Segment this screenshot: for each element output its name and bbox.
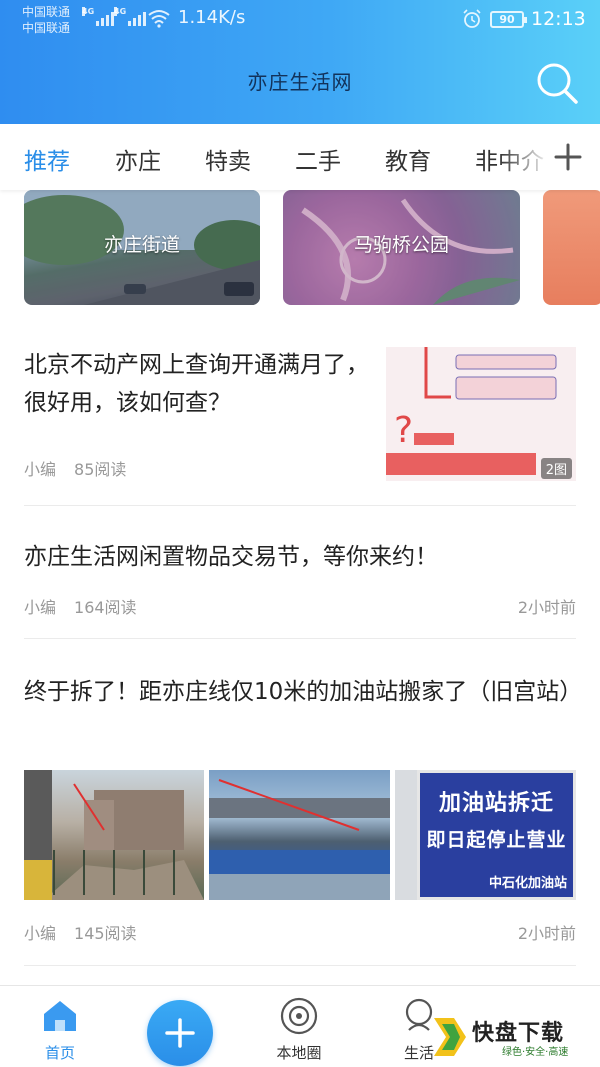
nav-home[interactable]: 首页 bbox=[5, 986, 115, 1067]
carrier-names: 中国联通 中国联通 bbox=[22, 4, 70, 36]
article-author: 小编 bbox=[24, 460, 57, 479]
publish-button[interactable] bbox=[147, 1000, 213, 1066]
wifi-icon bbox=[148, 10, 170, 28]
feed: 亦庄街道 马驹桥公园 北京不动产网上查询开通满月了，很好用，该如何查？ 小编 85… bbox=[0, 190, 600, 985]
article-image-demolition[interactable] bbox=[24, 770, 204, 900]
divider bbox=[24, 965, 576, 966]
demolition-photo bbox=[24, 770, 204, 900]
article-reads: 145阅读 bbox=[74, 924, 137, 943]
download-site-watermark: 快盘下载 绿色·安全·高速 bbox=[430, 1010, 600, 1067]
carrier-2: 中国联通 bbox=[22, 21, 71, 35]
article-author: 小编 bbox=[24, 924, 57, 943]
search-icon[interactable] bbox=[534, 60, 580, 106]
article-time: 2小时前 bbox=[517, 924, 576, 943]
article-meta: 小编 145阅读 bbox=[24, 920, 137, 944]
nav-label: 本地圈 bbox=[276, 1044, 322, 1062]
network-type-2: 4G bbox=[114, 7, 127, 16]
tab-fade bbox=[500, 124, 550, 190]
category-tab-bar: 推荐 亦庄 特卖 二手 教育 非中介 bbox=[0, 124, 600, 190]
article-title: 终于拆了！距亦庄线仅10米的加油站搬家了（旧宫站） bbox=[24, 679, 583, 705]
svg-text:?: ? bbox=[394, 410, 413, 451]
sign-text-1: 加油站拆迁 bbox=[438, 791, 554, 816]
home-icon bbox=[44, 1001, 76, 1031]
watermark-logo bbox=[434, 1018, 466, 1056]
battery-icon: 90 bbox=[490, 11, 527, 28]
circle-icon bbox=[280, 997, 318, 1035]
article-meta-row: 小编 145阅读 2小时前 bbox=[24, 918, 576, 948]
topic-card-map[interactable] bbox=[543, 190, 600, 305]
topic-card-label: 亦庄街道 bbox=[103, 234, 180, 256]
article-reads: 164阅读 bbox=[74, 598, 137, 617]
topic-card-majuqiao-park[interactable]: 马驹桥公园 bbox=[283, 190, 520, 305]
article-meta: 小编 164阅读 bbox=[24, 594, 137, 618]
app-header: 中国联通 中国联通 4G 4G 1.14K/s 90 12:13 亦庄生活网 bbox=[0, 0, 600, 124]
divider bbox=[24, 638, 576, 639]
article-meta: 小编 85阅读 bbox=[24, 456, 126, 480]
article-title: 亦庄生活网闲置物品交易节，等你来约！ bbox=[24, 544, 438, 570]
nav-local-circle[interactable]: 本地圈 bbox=[244, 986, 354, 1067]
signal-icon: 4G bbox=[82, 7, 114, 26]
article-item[interactable]: 亦庄生活网闲置物品交易节，等你来约！ 小编 164阅读 2小时前 bbox=[24, 538, 576, 623]
tab-sale[interactable]: 特卖 bbox=[205, 142, 251, 176]
plus-icon bbox=[165, 1018, 195, 1048]
network-type-1: 4G bbox=[82, 7, 95, 16]
tab-education[interactable]: 教育 bbox=[385, 142, 431, 176]
category-tabs: 推荐 亦庄 特卖 二手 教育 非中介 bbox=[0, 124, 550, 190]
article-author: 小编 bbox=[24, 598, 57, 617]
carrier-1: 中国联通 bbox=[22, 5, 71, 19]
article-title: 北京不动产网上查询开通满月了，很好用，该如何查？ bbox=[24, 352, 369, 416]
station-photo bbox=[209, 779, 390, 900]
image-count-badge: 2图 bbox=[540, 458, 572, 479]
tab-second-hand[interactable]: 二手 bbox=[295, 142, 341, 176]
article-image-station[interactable] bbox=[209, 770, 390, 900]
closure-sign: 加油站拆迁 即日起停止营业 中石化加油站 bbox=[417, 770, 576, 900]
alarm-icon bbox=[463, 9, 481, 28]
article-time: 2小时前 bbox=[517, 598, 576, 617]
status-bar: 中国联通 中国联通 4G 4G 1.14K/s 90 12:13 bbox=[0, 0, 600, 42]
signal-icon-2: 4G bbox=[114, 7, 146, 26]
tab-yizhuang[interactable]: 亦庄 bbox=[115, 142, 161, 176]
article-thumbnail[interactable]: ? 2图 bbox=[386, 347, 576, 481]
add-tab-icon[interactable] bbox=[552, 141, 584, 173]
article-item[interactable]: 终于拆了！距亦庄线仅10米的加油站搬家了（旧宫站） bbox=[24, 670, 583, 750]
article-reads: 85阅读 bbox=[74, 460, 127, 479]
network-speed: 1.14K/s bbox=[178, 7, 246, 28]
watermark-slogan: 绿色·安全·高速 bbox=[502, 1047, 569, 1058]
status-time: 12:13 bbox=[531, 8, 586, 30]
topic-card-label: 马驹桥公园 bbox=[353, 234, 449, 256]
divider bbox=[24, 505, 576, 506]
article-image-sign[interactable]: 加油站拆迁 即日起停止营业 中石化加油站 bbox=[395, 770, 576, 900]
nav-label: 首页 bbox=[44, 1044, 75, 1062]
topic-card-yizhuang-street[interactable]: 亦庄街道 bbox=[24, 190, 260, 305]
app-title: 亦庄生活网 bbox=[247, 70, 353, 94]
sign-text-2: 即日起停止营业 bbox=[426, 829, 567, 851]
tab-recommend[interactable]: 推荐 bbox=[24, 142, 70, 176]
sign-text-3: 中石化加油站 bbox=[488, 876, 567, 891]
